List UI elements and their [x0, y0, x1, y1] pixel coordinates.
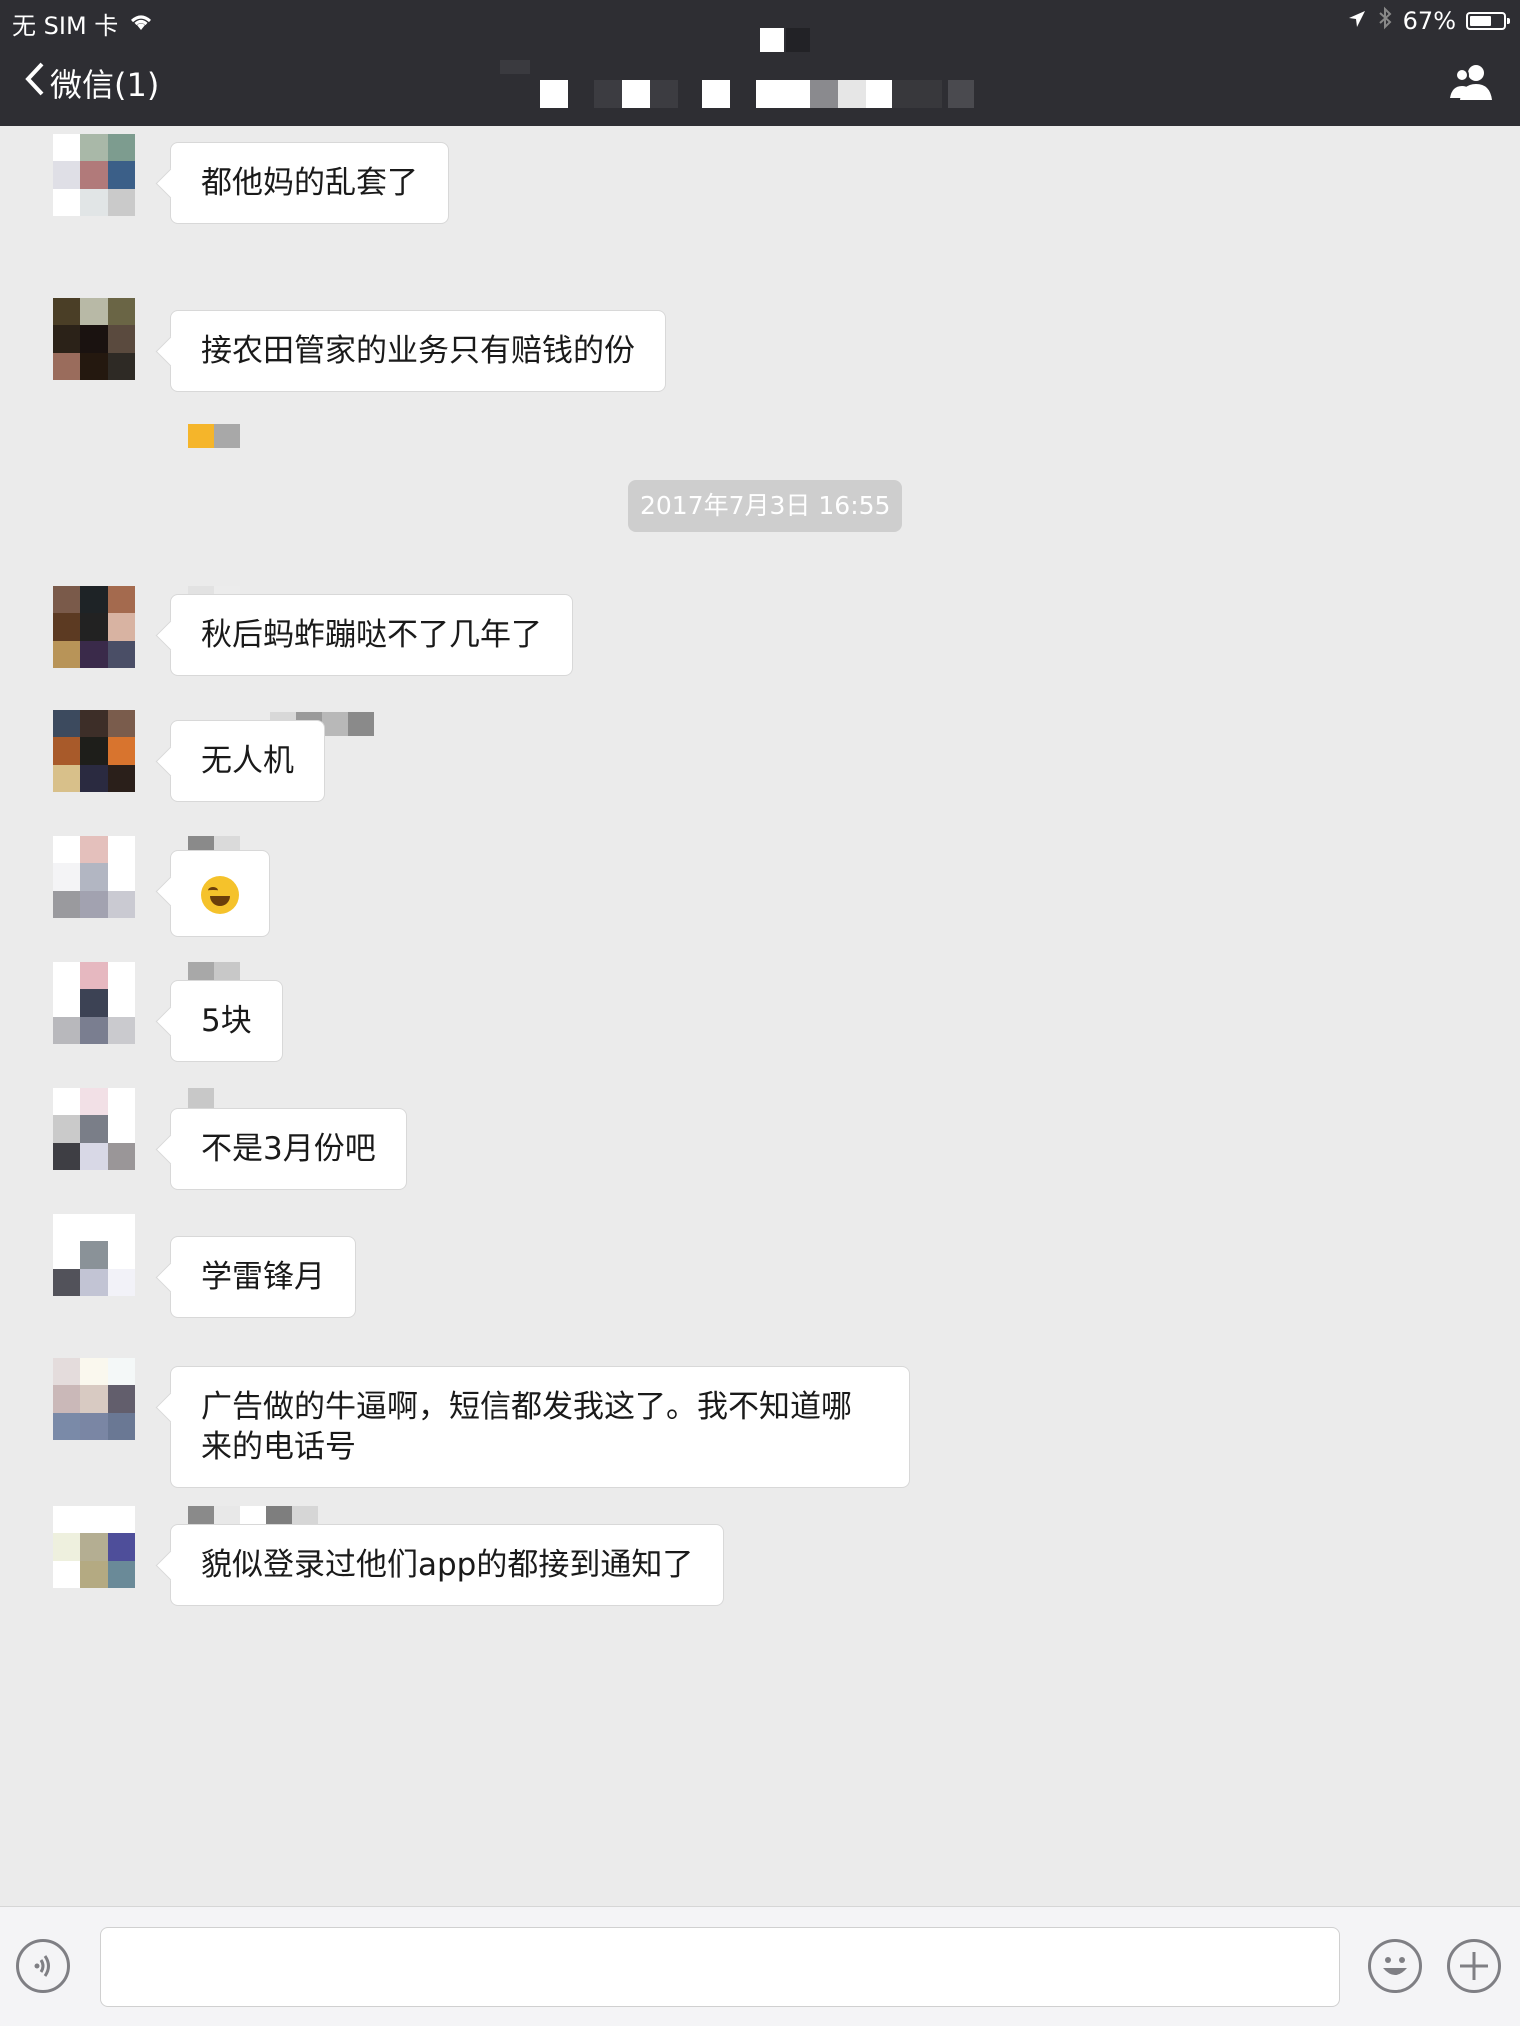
chat-title-redacted — [0, 28, 1520, 126]
message-bubble[interactable]: 广告做的牛逼啊，短信都发我这了。我不知道哪来的电话号 — [170, 1366, 910, 1488]
carrier-label: 无 SIM 卡 — [12, 12, 119, 40]
input-bar — [0, 1906, 1520, 2026]
avatar[interactable] — [53, 1088, 135, 1170]
nav-bar: 微信(1) — [0, 28, 1520, 126]
avatar[interactable] — [53, 1358, 135, 1440]
avatar[interactable] — [53, 586, 135, 668]
chat-messages[interactable]: 都他妈的乱套了 接农田管家的业务只有赔钱的份 2017年7月3日 16:55 秋… — [0, 126, 1520, 1906]
message-text: 学雷锋月 — [201, 1259, 325, 1295]
location-arrow-icon — [1347, 7, 1367, 35]
bluetooth-icon — [1377, 6, 1393, 36]
plus-icon[interactable] — [1447, 1939, 1501, 1993]
battery-icon — [1466, 12, 1510, 30]
battery-percent: 67% — [1402, 7, 1456, 35]
avatar[interactable] — [53, 1506, 135, 1588]
message-bubble[interactable]: 学雷锋月 — [170, 1236, 356, 1318]
timestamp-divider: 2017年7月3日 16:55 — [628, 480, 903, 532]
message-text: 无人机 — [201, 743, 294, 779]
message-text: 不是3月份吧 — [201, 1131, 376, 1167]
voice-icon[interactable] — [16, 1939, 70, 1993]
wifi-icon — [128, 10, 154, 38]
message-bubble[interactable]: 都他妈的乱套了 — [170, 142, 449, 224]
message-text: 都他妈的乱套了 — [201, 165, 418, 201]
message-text: 广告做的牛逼啊，短信都发我这了。我不知道哪来的电话号 — [201, 1389, 852, 1465]
avatar[interactable] — [53, 1214, 135, 1296]
message-bubble[interactable]: 秋后蚂蚱蹦哒不了几年了 — [170, 594, 573, 676]
avatar[interactable] — [53, 836, 135, 918]
avatar[interactable] — [53, 298, 135, 380]
message-input[interactable] — [100, 1927, 1340, 2007]
message-bubble[interactable] — [170, 850, 270, 937]
message-bubble[interactable]: 接农田管家的业务只有赔钱的份 — [170, 310, 666, 392]
message-bubble[interactable]: 貌似登录过他们app的都接到通知了 — [170, 1524, 725, 1606]
laughing-crying-emoji-icon — [201, 875, 239, 914]
message-bubble[interactable]: 无人机 — [170, 720, 325, 802]
sender-name-redacted — [188, 424, 240, 448]
avatar[interactable] — [53, 710, 135, 792]
message-text: 秋后蚂蚱蹦哒不了几年了 — [201, 617, 542, 653]
message-bubble[interactable]: 5块 — [170, 980, 283, 1062]
group-members-icon[interactable] — [1448, 62, 1496, 102]
emoji-icon[interactable] — [1368, 1939, 1422, 1993]
message-text: 貌似登录过他们app的都接到通知了 — [201, 1547, 694, 1583]
message-bubble[interactable]: 不是3月份吧 — [170, 1108, 407, 1190]
message-text: 接农田管家的业务只有赔钱的份 — [201, 333, 635, 369]
avatar[interactable] — [53, 134, 135, 216]
avatar[interactable] — [53, 962, 135, 1044]
message-text: 5块 — [201, 1003, 252, 1039]
